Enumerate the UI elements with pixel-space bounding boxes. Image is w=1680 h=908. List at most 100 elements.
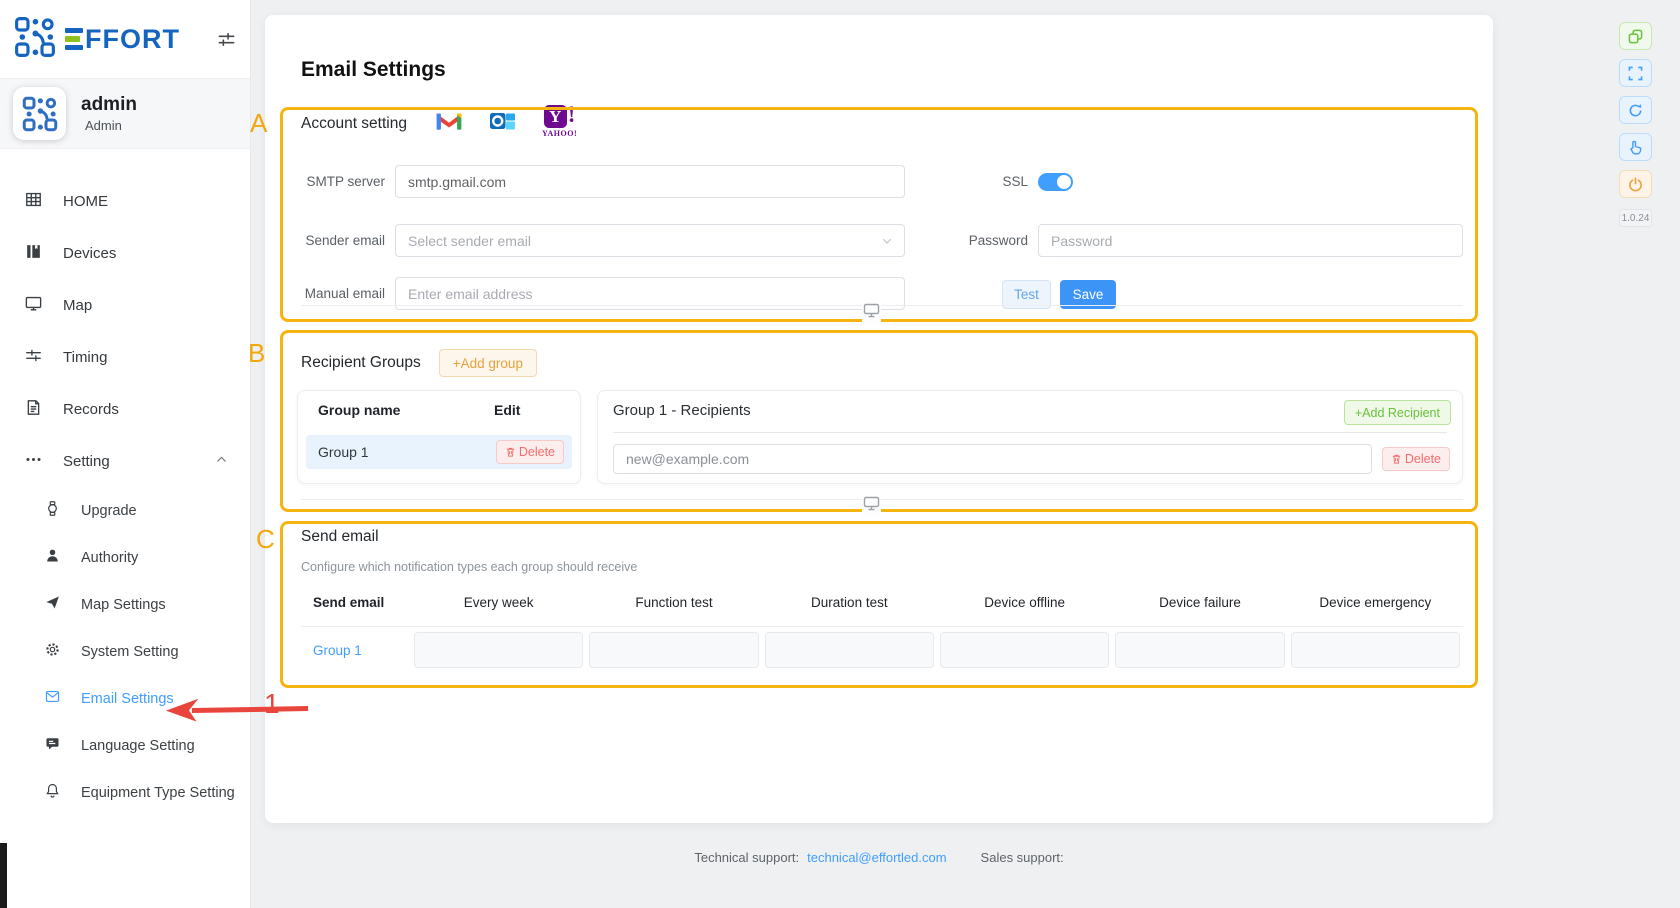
- user-role: Admin: [81, 118, 137, 133]
- page-title: Email Settings: [301, 58, 446, 82]
- edit-header: Edit: [494, 402, 520, 418]
- version-badge: 1.0.24: [1619, 209, 1652, 227]
- sidebar-item-devices[interactable]: Devices: [0, 227, 250, 279]
- sidebar-item-home[interactable]: HOME: [0, 175, 250, 227]
- group-list-card: Group name Edit Group 1 Delete: [297, 390, 581, 484]
- technical-support-email-link[interactable]: technical@effortled.com: [807, 850, 946, 865]
- brand-logo-text: FFORT: [65, 24, 180, 55]
- add-recipient-button[interactable]: +Add Recipient: [1344, 400, 1451, 425]
- ssl-toggle[interactable]: [1038, 173, 1073, 191]
- callout-step-number: 1: [264, 688, 280, 720]
- annotation-label-c: C: [256, 524, 275, 555]
- sidebar-item-equipment-type-setting[interactable]: Equipment Type Setting: [0, 769, 250, 816]
- sender-email-label: Sender email: [301, 233, 385, 248]
- paper-plane-icon: [44, 594, 61, 615]
- annotation-label-b: B: [248, 338, 265, 369]
- monitor-divider-icon: [862, 496, 881, 516]
- password-label: Password: [965, 233, 1028, 248]
- recipients-title: Group 1 - Recipients: [613, 402, 751, 419]
- col-header-device-offline: Device offline: [937, 595, 1112, 610]
- smtp-server-input[interactable]: [395, 165, 905, 198]
- manual-email-label: Manual email: [301, 286, 385, 301]
- sidebar: FFORT: [0, 0, 251, 908]
- bell-icon: [44, 782, 61, 803]
- ellipsis-icon: [24, 450, 43, 473]
- document-icon: [24, 398, 43, 421]
- sidebar-item-records[interactable]: Records: [0, 383, 250, 435]
- logo-letter-e: [65, 28, 83, 51]
- technical-support-label: Technical support:: [694, 850, 799, 865]
- sidebar-item-map-settings[interactable]: Map Settings: [0, 581, 250, 628]
- recipient-email-input[interactable]: [613, 444, 1372, 474]
- table-header-divider: [301, 626, 1463, 627]
- password-input[interactable]: [1038, 224, 1463, 257]
- account-setting-title: Account setting: [301, 115, 407, 133]
- col-header-send-email: Send email: [301, 595, 411, 610]
- notify-cell-device-failure[interactable]: [1115, 632, 1284, 668]
- user-card: admin Admin: [0, 79, 250, 149]
- recipients-divider: [613, 432, 1447, 433]
- col-header-function-test: Function test: [586, 595, 761, 610]
- fullscreen-button[interactable]: [1619, 59, 1652, 87]
- badge-icon: [44, 500, 61, 521]
- group-link[interactable]: Group 1: [301, 632, 411, 668]
- notify-cell-device-emergency[interactable]: [1291, 632, 1460, 668]
- col-header-device-emergency: Device emergency: [1288, 595, 1463, 610]
- hand-pointer-icon: [1628, 140, 1643, 155]
- gmail-icon[interactable]: [435, 109, 463, 136]
- chevron-down-icon: [881, 235, 893, 247]
- monitor-icon: [24, 294, 43, 317]
- sidebar-item-timing[interactable]: Timing: [0, 331, 250, 383]
- floating-toolbar: 1.0.24: [1619, 22, 1652, 227]
- notify-cell-duration-test[interactable]: [765, 632, 934, 668]
- sidebar-item-authority[interactable]: Authority: [0, 534, 250, 581]
- envelope-icon: [44, 688, 61, 709]
- group-row[interactable]: Group 1 Delete: [306, 435, 572, 469]
- notify-cell-every-week[interactable]: [414, 632, 583, 668]
- outlook-icon[interactable]: [489, 109, 516, 138]
- user-name: admin: [81, 94, 137, 116]
- sidebar-item-system-setting[interactable]: System Setting: [0, 628, 250, 675]
- notify-cell-device-offline[interactable]: [940, 632, 1109, 668]
- sales-support-label: Sales support:: [981, 850, 1064, 865]
- brand-circuit-logo-icon: [14, 16, 56, 63]
- refresh-icon: [1628, 103, 1643, 118]
- power-icon: [1628, 177, 1643, 192]
- trash-icon: [505, 446, 516, 458]
- add-group-button[interactable]: +Add group: [439, 349, 537, 377]
- recipients-card: Group 1 - Recipients +Add Recipient Dele…: [597, 390, 1463, 484]
- yahoo-wordmark: YAHOO!: [542, 129, 577, 138]
- main-panel: Email Settings Account setting: [265, 15, 1493, 823]
- delete-group-button[interactable]: Delete: [496, 440, 564, 464]
- refresh-button[interactable]: [1619, 96, 1652, 124]
- recipient-groups-title: Recipient Groups: [301, 354, 421, 372]
- notify-cell-function-test[interactable]: [589, 632, 758, 668]
- col-header-device-failure: Device failure: [1112, 595, 1287, 610]
- sidebar-item-upgrade[interactable]: Upgrade: [0, 487, 250, 534]
- send-email-header-row: Send email Every week Function test Dura…: [301, 595, 1463, 610]
- sidebar-item-map[interactable]: Map: [0, 279, 250, 331]
- section-divider: [301, 499, 1463, 500]
- device-icon: [24, 242, 43, 265]
- send-email-row: Group 1: [301, 632, 1463, 668]
- yahoo-icon[interactable]: Y ! YAHOO!: [542, 105, 577, 138]
- send-email-subtitle: Configure which notification types each …: [301, 560, 637, 574]
- chevron-up-icon: [215, 453, 228, 470]
- section-divider: [301, 305, 1463, 306]
- link-button[interactable]: [1619, 22, 1652, 50]
- gear-icon: [44, 641, 61, 662]
- screen-edge-artifact: [0, 843, 7, 908]
- grid-icon: [24, 190, 43, 213]
- power-button[interactable]: [1619, 170, 1652, 198]
- sidebar-collapse-icon[interactable]: [217, 30, 236, 49]
- link-icon: [1628, 29, 1643, 44]
- sidebar-item-setting[interactable]: Setting: [0, 435, 250, 487]
- delete-recipient-button[interactable]: Delete: [1382, 447, 1450, 471]
- person-icon: [44, 547, 61, 568]
- hand-pointer-button[interactable]: [1619, 133, 1652, 161]
- col-header-duration-test: Duration test: [762, 595, 937, 610]
- sender-email-select[interactable]: Select sender email: [395, 224, 905, 257]
- col-header-every-week: Every week: [411, 595, 586, 610]
- fullscreen-icon: [1628, 66, 1643, 81]
- sidebar-item-language-setting[interactable]: Language Setting: [0, 722, 250, 769]
